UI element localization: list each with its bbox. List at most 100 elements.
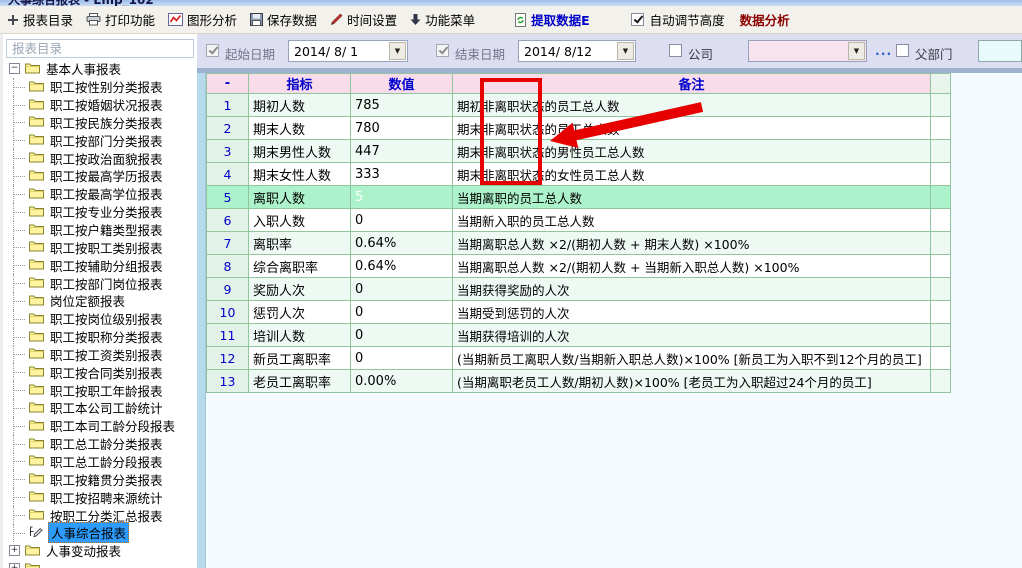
toolbar-button-report-catalog[interactable]: 报表目录 (7, 10, 73, 29)
tree-item[interactable]: 按职工分类汇总报表 (3, 506, 197, 524)
tree-item[interactable]: 职工按政治面貌报表 (3, 149, 197, 167)
row-number-cell[interactable]: 6 (207, 209, 249, 232)
remark-cell[interactable]: 当期新入职的员工总人数 (453, 209, 931, 232)
tree-item-selected[interactable]: 人事综合报表 (3, 524, 197, 542)
column-header[interactable]: 指标 (249, 74, 351, 94)
value-cell[interactable]: 0 (351, 301, 453, 324)
indicator-cell[interactable]: 惩罚人次 (249, 301, 351, 324)
toolbar-button-print[interactable]: 打印功能 (86, 10, 155, 29)
row-number-cell[interactable]: 1 (207, 94, 249, 117)
tree-item[interactable]: 职工按最高学位报表 (3, 185, 197, 203)
remark-cell[interactable]: (当期新员工离职人数/当期新入职总人数)×100% [新员工为入职不到12个月的… (453, 347, 931, 370)
tree-item[interactable]: 职工按专业分类报表 (3, 203, 197, 221)
value-cell[interactable]: 5 (351, 186, 453, 209)
tree-item[interactable]: 职工本公司工龄统计 (3, 399, 197, 417)
value-cell[interactable]: 0.64% (351, 255, 453, 278)
row-number-cell[interactable]: 5 (207, 186, 249, 209)
remark-cell[interactable]: 期末非离职状态的女性员工总人数 (453, 163, 931, 186)
row-number-cell[interactable]: 8 (207, 255, 249, 278)
indicator-cell[interactable]: 期初人数 (249, 94, 351, 117)
value-cell[interactable]: 780 (351, 117, 453, 140)
remark-cell[interactable]: (当期离职老员工人数/期初人数)×100% [老员工为入职超过24个月的员工] (453, 370, 931, 393)
remark-cell[interactable]: 期末非离职状态的员工总人数 (453, 117, 931, 140)
value-cell[interactable]: 0 (351, 278, 453, 301)
row-number-cell[interactable]: 12 (207, 347, 249, 370)
parent-dept-checkbox[interactable] (896, 44, 909, 57)
row-number-cell[interactable]: 4 (207, 163, 249, 186)
tree-item[interactable]: 职工按最高学历报表 (3, 167, 197, 185)
tree-item[interactable]: 职工本司工龄分段报表 (3, 417, 197, 435)
dropdown-arrow-icon[interactable]: ▼ (848, 42, 865, 60)
expand-icon[interactable]: + (9, 545, 20, 556)
auto-height-checkbox[interactable] (631, 13, 644, 26)
dropdown-arrow-icon[interactable]: ▼ (617, 42, 634, 60)
tree-item[interactable]: + (3, 560, 197, 568)
row-number-cell[interactable]: 13 (207, 370, 249, 393)
remark-cell[interactable]: 当期离职总人数 ×2/(期初人数 + 当期新入职总人数) ×100% (453, 255, 931, 278)
remark-cell[interactable]: 当期离职的员工总人数 (453, 186, 931, 209)
row-number-cell[interactable]: 7 (207, 232, 249, 255)
tree-item[interactable]: 职工按民族分类报表 (3, 114, 197, 132)
tree-item[interactable]: 职工按合同类别报表 (3, 363, 197, 381)
toolbar-button-chart-analysis[interactable]: 图形分析 (168, 10, 237, 29)
tree-item[interactable]: −基本人事报表 (3, 60, 197, 78)
collapse-icon[interactable]: − (9, 63, 20, 74)
row-number-cell[interactable]: 10 (207, 301, 249, 324)
toolbar-button-save-data[interactable]: 保存数据 (250, 10, 317, 29)
panel-splitter[interactable] (197, 73, 206, 568)
indicator-cell[interactable]: 奖励人次 (249, 278, 351, 301)
company-checkbox[interactable] (669, 44, 682, 57)
remark-cell[interactable]: 期末非离职状态的男性员工总人数 (453, 140, 931, 163)
tree-item[interactable]: 职工按婚姻状况报表 (3, 96, 197, 114)
value-cell[interactable]: 785 (351, 94, 453, 117)
tree-item[interactable]: +人事变动报表 (3, 542, 197, 560)
value-cell[interactable]: 0.00% (351, 370, 453, 393)
remark-cell[interactable]: 当期获得奖励的人次 (453, 278, 931, 301)
value-cell[interactable]: 0 (351, 209, 453, 232)
remark-cell[interactable]: 当期离职总人数 ×2/(期初人数 + 期末人数) ×100% (453, 232, 931, 255)
indicator-cell[interactable]: 新员工离职率 (249, 347, 351, 370)
end-date-checkbox[interactable] (436, 44, 449, 57)
column-header[interactable]: 数值 (351, 74, 453, 94)
parent-dept-input[interactable] (978, 40, 1022, 62)
browse-ellipsis-button[interactable]: ... (875, 43, 892, 58)
tree-item[interactable]: 岗位定额报表 (3, 292, 197, 310)
tree-item[interactable]: 职工按职称分类报表 (3, 328, 197, 346)
toolbar-button-time-setting[interactable]: 时间设置 (330, 10, 397, 29)
indicator-cell[interactable]: 期末人数 (249, 117, 351, 140)
remark-cell[interactable]: 期初非离职状态的员工总人数 (453, 94, 931, 117)
value-cell[interactable]: 0.64% (351, 232, 453, 255)
tree-item[interactable]: 职工按招聘来源统计 (3, 488, 197, 506)
dropdown-arrow-icon[interactable]: ▼ (389, 42, 406, 60)
column-header[interactable]: - (207, 74, 249, 94)
indicator-cell[interactable]: 离职人数 (249, 186, 351, 209)
tree-item[interactable]: 职工按职工年龄报表 (3, 381, 197, 399)
start-date-checkbox[interactable] (206, 44, 219, 57)
tree-item[interactable]: 职工按职工类别报表 (3, 238, 197, 256)
tree-item[interactable]: 职工按部门分类报表 (3, 131, 197, 149)
remark-cell[interactable]: 当期受到惩罚的人次 (453, 301, 931, 324)
extract-data-button[interactable]: 提取数据E (514, 10, 590, 29)
indicator-cell[interactable]: 综合离职率 (249, 255, 351, 278)
indicator-cell[interactable]: 入职人数 (249, 209, 351, 232)
tree-item[interactable]: 职工按部门岗位报表 (3, 274, 197, 292)
company-select[interactable]: ▼ (748, 40, 867, 62)
indicator-cell[interactable]: 离职率 (249, 232, 351, 255)
value-cell[interactable]: 0 (351, 324, 453, 347)
row-number-cell[interactable]: 11 (207, 324, 249, 347)
data-analysis-label[interactable]: 数据分析 (740, 10, 790, 29)
tree-item[interactable]: 职工总工龄分类报表 (3, 435, 197, 453)
toolbar-button-function-menu[interactable]: 功能菜单 (410, 10, 475, 29)
tree-item[interactable]: 职工按户籍类型报表 (3, 221, 197, 239)
tree-item[interactable]: 职工按工资类别报表 (3, 346, 197, 364)
remark-cell[interactable]: 当期获得培训的人次 (453, 324, 931, 347)
row-number-cell[interactable]: 2 (207, 117, 249, 140)
tree-item[interactable]: 职工按辅助分组报表 (3, 256, 197, 274)
value-cell[interactable]: 333 (351, 163, 453, 186)
expand-icon[interactable]: + (9, 563, 20, 568)
value-cell[interactable]: 447 (351, 140, 453, 163)
tree-item[interactable]: 职工按岗位级别报表 (3, 310, 197, 328)
indicator-cell[interactable]: 老员工离职率 (249, 370, 351, 393)
tree-item[interactable]: 职工按性别分类报表 (3, 78, 197, 96)
start-date-select[interactable]: 2014/ 8/ 1 ▼ (288, 40, 408, 62)
